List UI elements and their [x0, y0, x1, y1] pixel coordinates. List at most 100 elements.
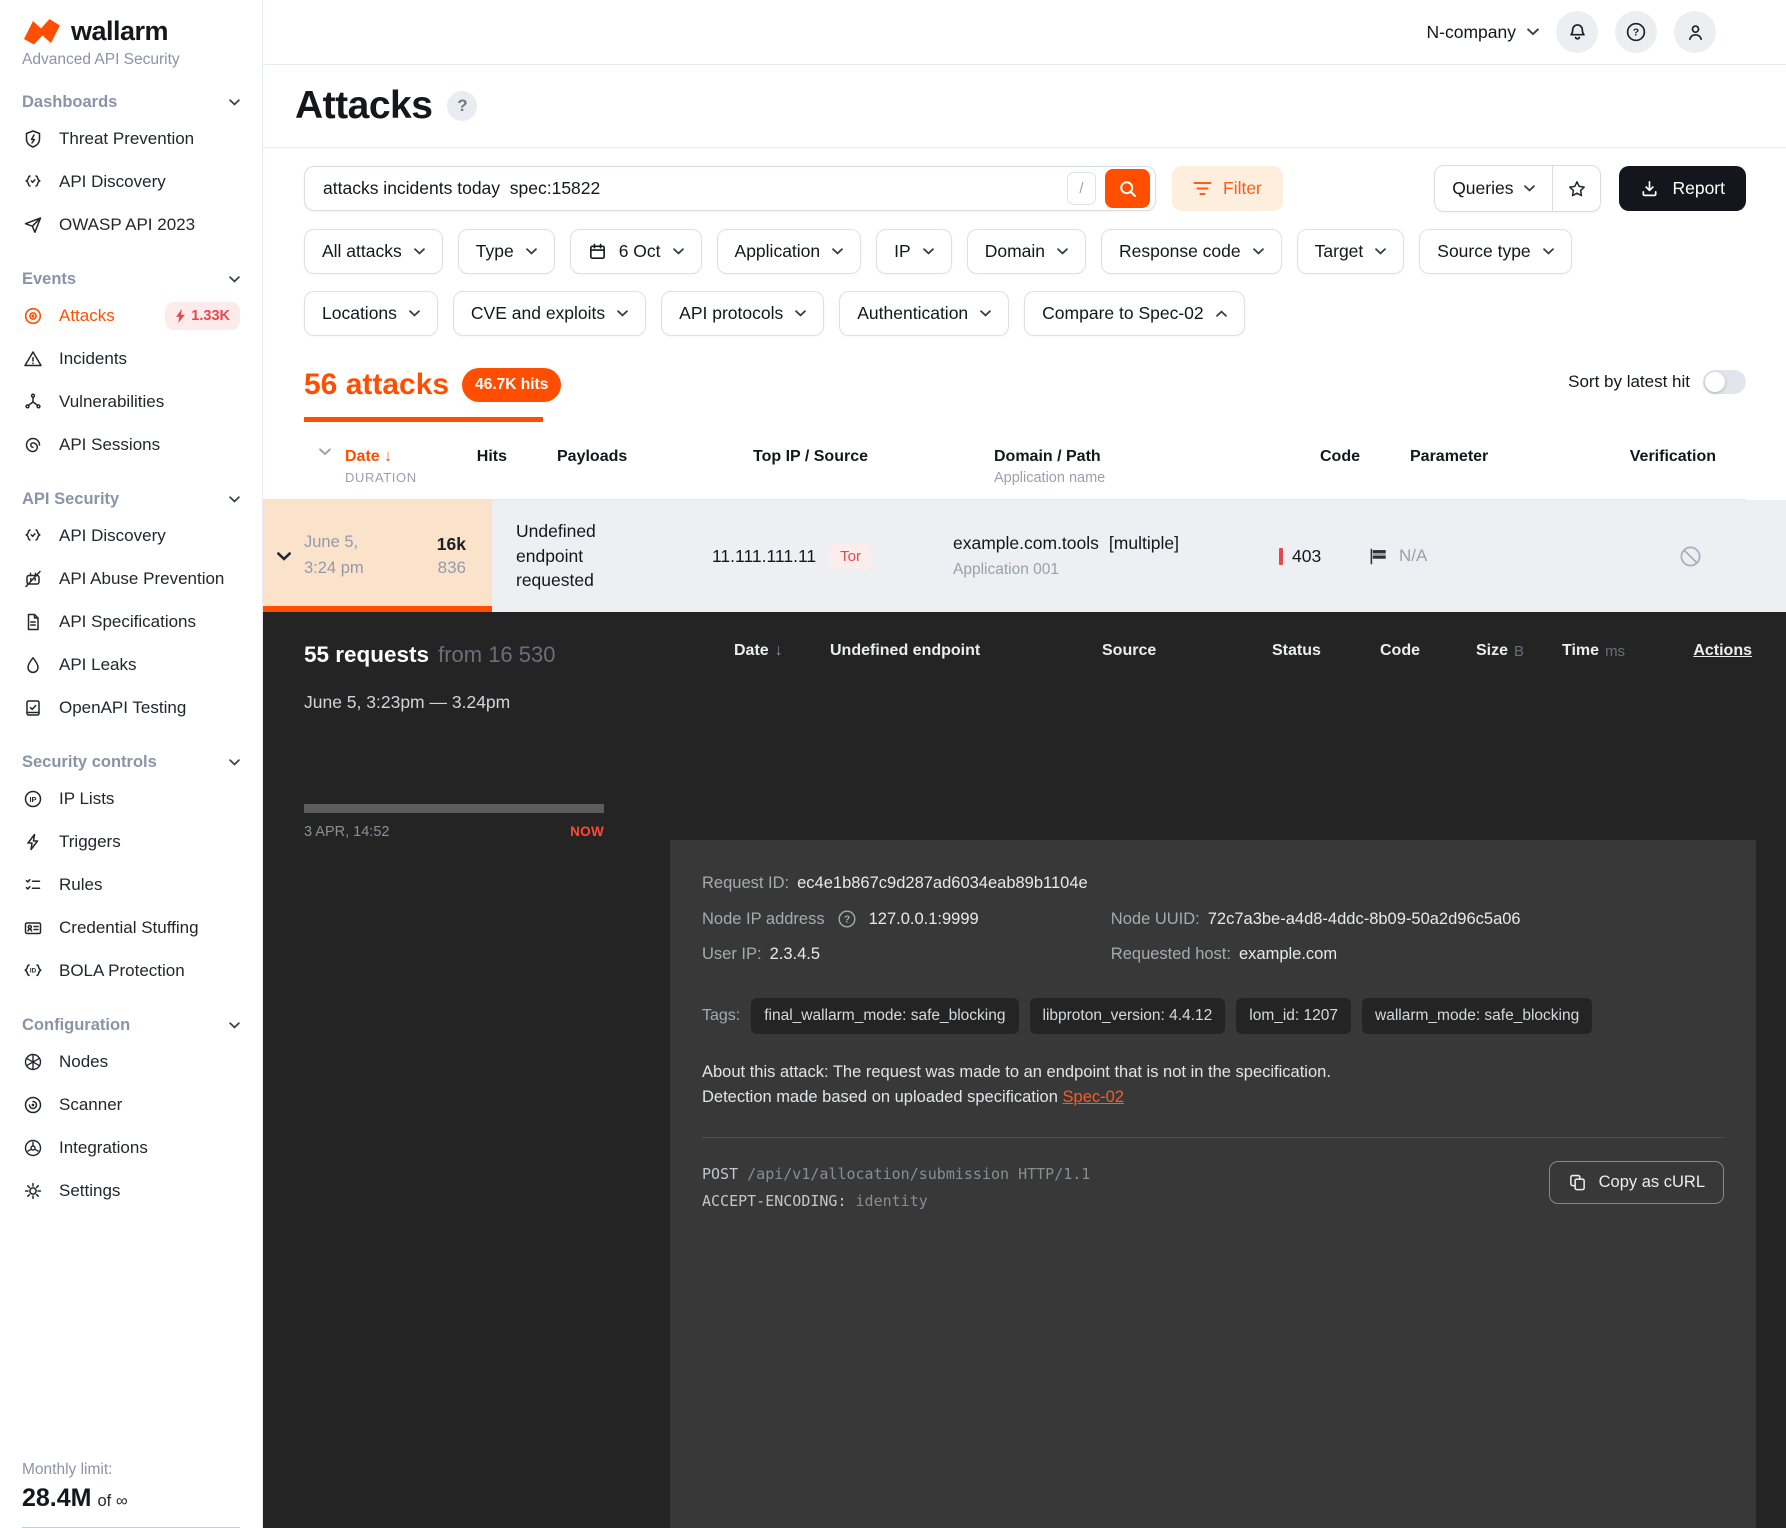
- tag-chip[interactable]: libproton_version: 4.4.12: [1030, 998, 1226, 1034]
- sidebar-item-integrations[interactable]: Integrations: [22, 1126, 240, 1169]
- sidebar-item-threat-prevention[interactable]: Threat Prevention: [22, 117, 240, 160]
- filter-chip-authentication[interactable]: Authentication: [839, 291, 1009, 336]
- attack-row[interactable]: June 5, 3:24 pm 16k 836 Undefined endpoi…: [263, 500, 1786, 612]
- spec-link[interactable]: Spec-02: [1063, 1088, 1124, 1106]
- sidebar-item-api-abuse-prevention[interactable]: API Abuse Prevention: [22, 557, 240, 600]
- col-header-parameter[interactable]: Parameter: [1410, 448, 1595, 466]
- filter-chip-target[interactable]: Target: [1297, 229, 1405, 274]
- attack-verification[interactable]: [1610, 545, 1746, 568]
- sidebar-item-scanner[interactable]: Scanner: [22, 1083, 240, 1126]
- requests-histogram: [304, 737, 604, 803]
- req-col-size[interactable]: SizeB: [1476, 642, 1562, 660]
- sidebar-item-rules[interactable]: Rules: [22, 863, 240, 906]
- sidebar-item-bola-protection[interactable]: ID BOLA Protection: [22, 949, 240, 992]
- collapse-all-chevron-icon[interactable]: [304, 448, 345, 456]
- sidebar-item-ip-lists[interactable]: IP IP Lists: [22, 777, 240, 820]
- copy-as-curl-button[interactable]: Copy as cURL: [1549, 1161, 1724, 1204]
- wallarm-logo[interactable]: wallarm: [22, 16, 240, 47]
- sidebar-item-api-leaks[interactable]: API Leaks: [22, 643, 240, 686]
- filter-button[interactable]: Filter: [1172, 166, 1283, 211]
- favorite-query-button[interactable]: [1552, 166, 1600, 211]
- req-col-source[interactable]: Source: [1066, 642, 1252, 660]
- req-col-date[interactable]: Date↓: [734, 642, 830, 660]
- filter-chip-date[interactable]: 6 Oct: [570, 229, 702, 274]
- histogram-now-label: NOW: [570, 824, 604, 840]
- sidebar-item-settings[interactable]: Settings: [22, 1169, 240, 1212]
- req-col-actions[interactable]: Actions: [1626, 642, 1756, 660]
- requests-histogram-wrap[interactable]: 3 APR, 14:52 NOW: [304, 737, 604, 840]
- filter-chip-all-attacks[interactable]: All attacks: [304, 229, 443, 274]
- page-help-icon[interactable]: ?: [447, 91, 477, 121]
- chevron-down-icon: [795, 310, 806, 317]
- sidebar-item-credential-stuffing[interactable]: Credential Stuffing: [22, 906, 240, 949]
- sort-toggle[interactable]: [1703, 370, 1746, 394]
- spiral-icon: [22, 435, 44, 455]
- requests-table: Date↓ Undefined endpoint Source Status C…: [670, 612, 1756, 840]
- sidebar-section-api-security[interactable]: API Security: [22, 490, 240, 509]
- sidebar-section-dashboards[interactable]: Dashboards: [22, 93, 240, 112]
- fan-icon: [22, 1138, 44, 1158]
- req-col-endpoint[interactable]: Undefined endpoint: [830, 642, 1066, 660]
- attack-payload: Undefined endpoint requested: [492, 519, 704, 593]
- filter-chip-domain[interactable]: Domain: [967, 229, 1086, 274]
- sort-desc-arrow-icon: ↓: [384, 448, 392, 465]
- sidebar-item-nodes[interactable]: Nodes: [22, 1040, 240, 1083]
- sidebar-item-openapi-testing[interactable]: OpenAPI Testing: [22, 686, 240, 729]
- search-input[interactable]: [321, 177, 1067, 200]
- filter-chip-source-type[interactable]: Source type: [1419, 229, 1571, 274]
- col-header-code[interactable]: Code: [1320, 448, 1410, 466]
- requests-count: 55 requests: [304, 642, 429, 668]
- col-header-payloads[interactable]: Payloads: [533, 448, 745, 466]
- account-button[interactable]: [1674, 11, 1716, 53]
- attack-hits: 16k 836: [424, 500, 492, 612]
- filter-chip-application[interactable]: Application: [717, 229, 862, 274]
- chevron-down-icon: [1524, 185, 1535, 192]
- company-selector[interactable]: N-company: [1427, 22, 1539, 43]
- filter-chip-ip[interactable]: IP: [876, 229, 952, 274]
- svg-text:?: ?: [1633, 28, 1639, 39]
- report-button[interactable]: Report: [1619, 166, 1746, 211]
- sidebar-item-api-sessions[interactable]: API Sessions: [22, 423, 240, 466]
- req-col-status[interactable]: Status: [1252, 642, 1372, 660]
- chevron-down-icon: [1057, 248, 1068, 255]
- sidebar-item-incidents[interactable]: Incidents: [22, 337, 240, 380]
- tag-chip[interactable]: final_wallarm_mode: safe_blocking: [751, 998, 1018, 1034]
- filter-chip-locations[interactable]: Locations: [304, 291, 438, 336]
- sidebar-section-events[interactable]: Events: [22, 270, 240, 289]
- req-col-code[interactable]: Code: [1372, 642, 1476, 660]
- tag-chip[interactable]: wallarm_mode: safe_blocking: [1362, 998, 1592, 1034]
- attack-parameter: N/A: [1369, 546, 1554, 566]
- filter-chip-type[interactable]: Type: [458, 229, 555, 274]
- sidebar-section-security-controls[interactable]: Security controls: [22, 753, 240, 772]
- queries-dropdown[interactable]: Queries: [1435, 166, 1552, 211]
- tag-chip[interactable]: lom_id: 1207: [1236, 998, 1351, 1034]
- help-button[interactable]: ?: [1615, 11, 1657, 53]
- notifications-button[interactable]: [1556, 11, 1598, 53]
- col-header-date[interactable]: Date ↓ DURATION: [345, 448, 465, 485]
- filter-chip-response-code[interactable]: Response code: [1101, 229, 1282, 274]
- sidebar-item-vulnerabilities[interactable]: Vulnerabilities: [22, 380, 240, 423]
- chevron-down-icon: [1543, 248, 1554, 255]
- search-button[interactable]: [1105, 169, 1150, 208]
- requests-time-range: June 5, 3:23pm — 3.24pm: [304, 692, 670, 713]
- col-header-domain[interactable]: Domain / Path Application name: [990, 448, 1320, 486]
- search-icon: [1118, 179, 1138, 199]
- filter-chip-cve-and-exploits[interactable]: CVE and exploits: [453, 291, 646, 336]
- requests-total: from 16 530: [438, 642, 555, 668]
- sidebar-item-api-discovery-2[interactable]: API Discovery: [22, 514, 240, 557]
- col-header-top-ip[interactable]: Top IP / Source: [745, 448, 990, 466]
- col-header-hits[interactable]: Hits: [465, 448, 533, 466]
- sidebar-item-attacks[interactable]: Attacks 1.33K: [22, 294, 240, 337]
- req-col-time[interactable]: Timems: [1562, 642, 1626, 660]
- filter-chip-compare-to-spec[interactable]: Compare to Spec-02: [1024, 291, 1244, 336]
- sidebar-item-owasp-api-2023[interactable]: OWASP API 2023: [22, 203, 240, 246]
- sidebar-item-api-discovery[interactable]: API Discovery: [22, 160, 240, 203]
- help-circle-icon[interactable]: ?: [837, 909, 857, 929]
- sidebar-section-configuration[interactable]: Configuration: [22, 1016, 240, 1035]
- chevron-down-icon: [1375, 248, 1386, 255]
- sidebar-item-api-specifications[interactable]: API Specifications: [22, 600, 240, 643]
- filter-chip-api-protocols[interactable]: API protocols: [661, 291, 824, 336]
- col-header-verification[interactable]: Verification: [1610, 448, 1746, 466]
- row-expand-chevron-icon[interactable]: [263, 500, 304, 612]
- sidebar-item-triggers[interactable]: Triggers: [22, 820, 240, 863]
